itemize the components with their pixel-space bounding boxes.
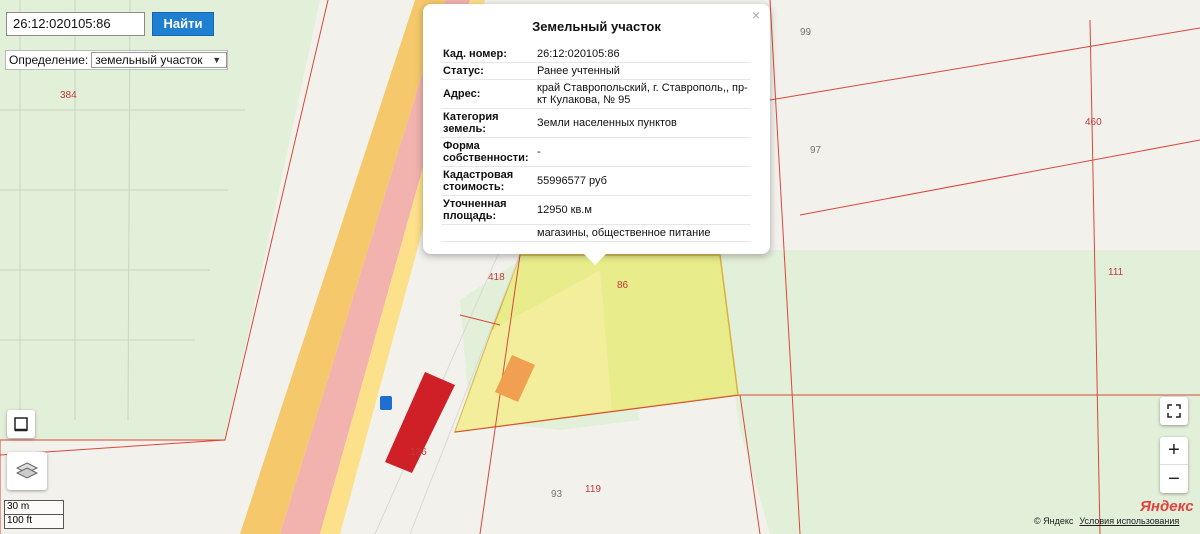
definition-label: Определение:	[9, 53, 89, 67]
ruler-icon	[14, 417, 28, 432]
layers-button[interactable]	[7, 452, 47, 490]
table-row: Уточненная площадь: 12950 кв.м	[441, 195, 751, 225]
popup-title: Земельный участок	[532, 19, 661, 34]
parcel-label-111: 111	[1108, 267, 1124, 278]
search-button[interactable]: Найти	[152, 12, 214, 36]
row-value: 12950 кв.м	[533, 195, 751, 225]
zoom-in-button[interactable]: +	[1160, 437, 1188, 465]
yandex-logo: Яндекс	[1140, 498, 1194, 515]
ruler-button[interactable]	[7, 410, 35, 438]
parcel-label-86: 86	[617, 280, 629, 291]
parcel-label-418: 418	[488, 272, 505, 283]
scale-imperial: 100 ft	[4, 515, 64, 529]
parcel-label-99: 99	[800, 27, 812, 38]
table-row: Кад. номер: 26:12:020105:86	[441, 46, 751, 63]
parcel-label-97: 97	[810, 145, 822, 156]
row-key: Кад. номер:	[441, 46, 533, 63]
layers-icon	[15, 462, 39, 479]
definition-select-value: земельный участок	[95, 53, 203, 67]
table-row: Статус: Ранее учтенный	[441, 62, 751, 80]
table-row: магазины, общественное питание	[441, 224, 751, 242]
terms-link[interactable]: Условия использования	[1079, 516, 1179, 526]
row-value: Земли населенных пунктов	[533, 108, 751, 138]
chevron-down-icon: ▼	[212, 55, 222, 65]
table-row: Категория земель: Земли населенных пункто…	[441, 108, 751, 138]
parcel-label-119: 119	[585, 484, 601, 495]
row-value: 55996577 руб	[533, 166, 751, 196]
search-input[interactable]: 26:12:020105:86	[6, 12, 145, 36]
row-value: 26:12:020105:86	[533, 46, 751, 63]
fullscreen-button[interactable]	[1160, 397, 1188, 425]
table-row: Кадастровая стоимость: 55996577 руб	[441, 166, 751, 196]
fullscreen-icon	[1167, 404, 1181, 418]
row-key: Кадастровая стоимость:	[441, 166, 533, 196]
row-key: Форма собственности:	[441, 137, 533, 167]
row-value: край Ставропольский, г. Ставрополь,, пр-…	[533, 79, 751, 109]
row-value: Ранее учтенный	[533, 62, 751, 80]
parcel-info-table: Кад. номер: 26:12:020105:86 Статус: Ранее …	[441, 46, 751, 242]
parcel-label-93: 93	[551, 489, 563, 500]
map-scale: 30 m 100 ft	[4, 500, 64, 529]
close-icon[interactable]: ×	[752, 7, 760, 23]
attribution: © Яндекс Условия использования	[1034, 516, 1179, 526]
popup-pointer	[583, 253, 607, 265]
row-value: магазины, общественное питание	[533, 224, 751, 242]
parcel-label-136: 136	[410, 447, 427, 458]
row-key: Уточненная площадь:	[441, 195, 533, 225]
copyright-text: © Яндекс	[1034, 516, 1074, 526]
row-key	[441, 224, 533, 242]
parcel-label-460: 460	[1085, 117, 1102, 128]
row-value: -	[533, 137, 751, 167]
parcel-label-384: 384	[60, 90, 77, 101]
row-key: Категория земель:	[441, 108, 533, 138]
table-row: Адрес: край Ставропольский, г. Ставрополь…	[441, 79, 751, 109]
zoom-control: + −	[1160, 437, 1188, 493]
definition-select[interactable]: земельный участок ▼	[91, 52, 228, 68]
zoom-out-button[interactable]: −	[1160, 465, 1188, 493]
parcel-info-popup: Земельный участок Кад. номер: 26:12:02010…	[423, 4, 770, 254]
definition-row: Определение: земельный участок ▼	[5, 50, 229, 70]
scale-metric: 30 m	[4, 500, 64, 515]
row-key: Статус:	[441, 62, 533, 80]
row-key: Адрес:	[441, 79, 533, 109]
table-row: Форма собственности: -	[441, 137, 751, 167]
